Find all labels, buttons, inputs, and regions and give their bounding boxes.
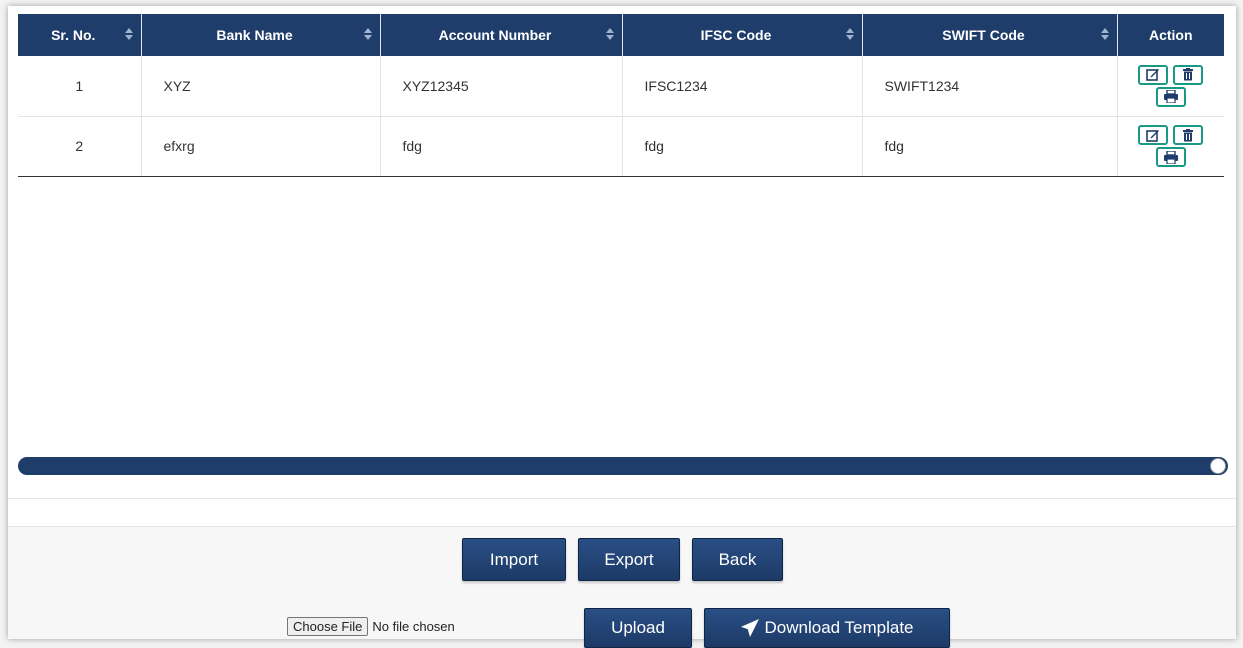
table-header-row: Sr. No. Bank Name Account Number IFSC Co… xyxy=(18,14,1224,56)
header-sr-no[interactable]: Sr. No. xyxy=(18,14,142,56)
divider xyxy=(8,498,1236,499)
sort-icon[interactable] xyxy=(845,28,854,42)
cell-account-number: XYZ12345 xyxy=(380,56,623,117)
delete-icon xyxy=(1183,68,1194,81)
cell-bank-name: efxrg xyxy=(141,116,381,177)
header-ifsc-code[interactable]: IFSC Code xyxy=(622,14,863,56)
action-buttons xyxy=(1118,125,1225,167)
cell-swift-code: SWIFT1234 xyxy=(862,56,1118,117)
cell-sr-no: 1 xyxy=(18,56,142,117)
delete-button[interactable] xyxy=(1173,125,1204,145)
header-bank-name[interactable]: Bank Name xyxy=(141,14,381,56)
cell-sr-no: 2 xyxy=(18,116,142,177)
edit-button[interactable] xyxy=(1138,125,1169,145)
edit-icon xyxy=(1146,69,1160,82)
cell-bank-name: XYZ xyxy=(141,56,381,117)
export-button[interactable]: Export xyxy=(578,538,680,581)
action-buttons xyxy=(1118,64,1225,107)
choose-file-button[interactable]: Choose File xyxy=(287,617,369,636)
download-template-button[interactable]: Download Template xyxy=(704,608,950,648)
header-account-number[interactable]: Account Number xyxy=(380,14,623,56)
cell-action xyxy=(1117,56,1225,117)
paper-plane-icon xyxy=(740,619,759,637)
sort-icon[interactable] xyxy=(124,28,133,42)
table-row: 1 XYZ XYZ12345 IFSC1234 SWIFT1234 xyxy=(18,56,1225,117)
print-button[interactable] xyxy=(1155,86,1186,107)
sort-icon[interactable] xyxy=(605,28,614,42)
horizontal-scrollbar[interactable] xyxy=(18,457,1228,475)
action-row xyxy=(1138,125,1204,145)
header-action: Action xyxy=(1117,14,1224,56)
scrollbar-end-cap xyxy=(1210,458,1226,474)
action-row xyxy=(1138,64,1204,85)
bank-table: Sr. No. Bank Name Account Number IFSC Co… xyxy=(18,14,1224,177)
import-button[interactable]: Import xyxy=(462,538,566,581)
sort-icon[interactable] xyxy=(1100,28,1109,42)
cell-swift-code: fdg xyxy=(862,116,1118,177)
cell-ifsc-code: IFSC1234 xyxy=(622,56,863,117)
sort-icon[interactable] xyxy=(363,28,372,42)
header-swift-code[interactable]: SWIFT Code xyxy=(862,14,1118,56)
delete-icon xyxy=(1183,128,1194,141)
file-input[interactable]: Choose File No file chosen xyxy=(287,617,455,636)
print-button[interactable] xyxy=(1155,147,1186,167)
table-row: 2 efxrg fdg fdg fdg xyxy=(18,116,1225,177)
delete-button[interactable] xyxy=(1173,64,1204,85)
cell-action xyxy=(1117,116,1225,177)
file-status: No file chosen xyxy=(372,619,455,634)
back-button[interactable]: Back xyxy=(692,538,783,581)
edit-icon xyxy=(1146,129,1160,142)
download-template-label: Download Template xyxy=(764,618,914,637)
cell-ifsc-code: fdg xyxy=(622,116,863,177)
edit-button[interactable] xyxy=(1138,64,1169,85)
bank-table-container: Sr. No. Bank Name Account Number IFSC Co… xyxy=(18,14,1224,177)
upload-button[interactable]: Upload xyxy=(584,608,692,648)
cell-account-number: fdg xyxy=(380,116,623,177)
print-icon xyxy=(1163,150,1178,164)
print-icon xyxy=(1163,90,1178,104)
